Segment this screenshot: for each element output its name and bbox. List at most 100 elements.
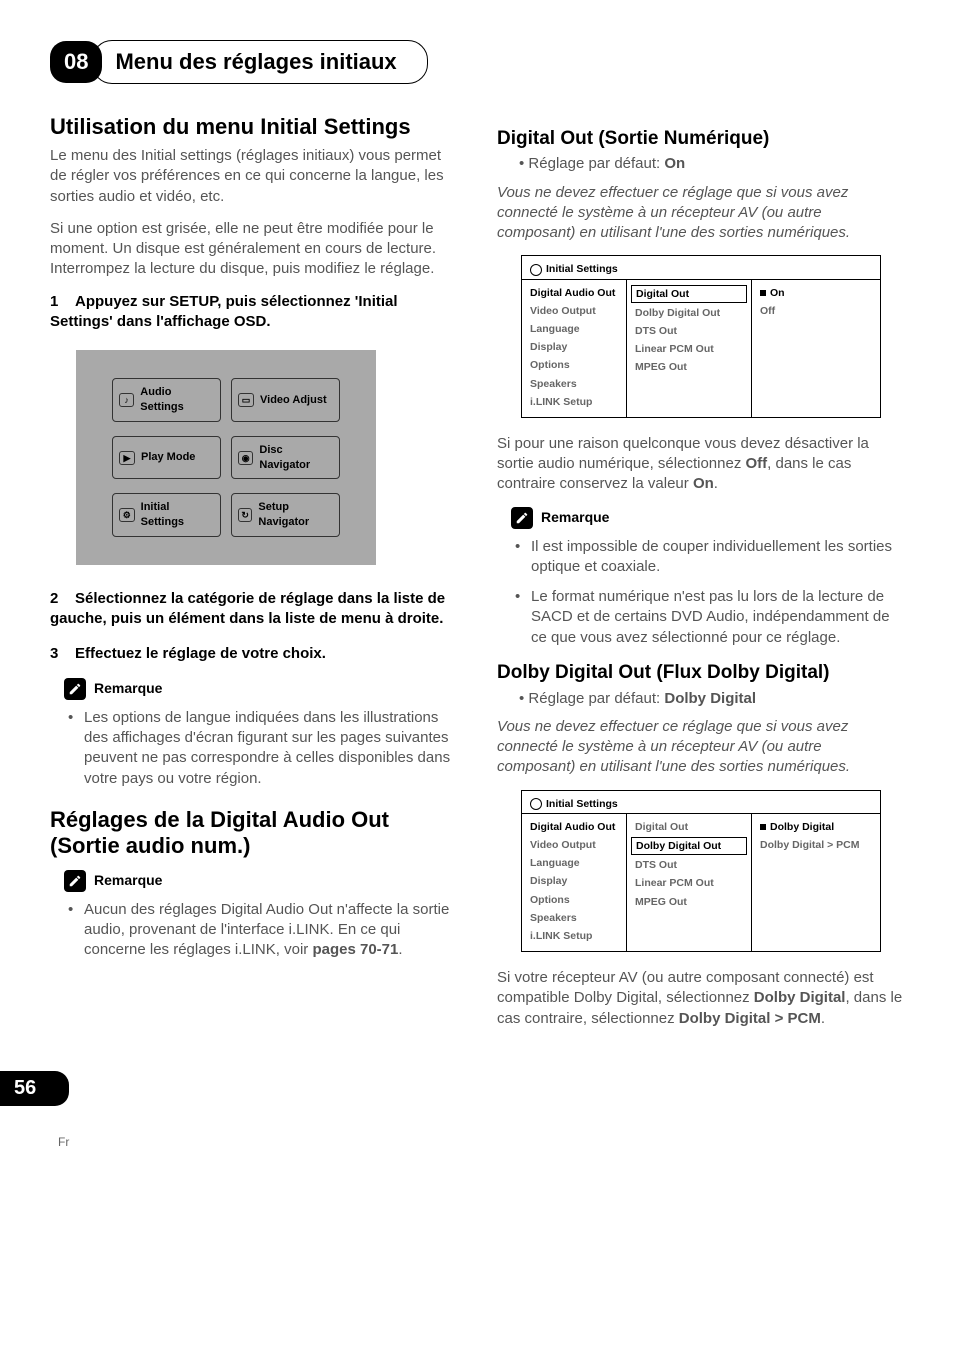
panel-left-col: Digital Audio OutVideo OutputLanguageDis… [522, 814, 627, 951]
panel-title: Initial Settings [522, 791, 880, 813]
default-setting-dolby: Réglage par défaut: Dolby Digital [519, 689, 904, 709]
step-2: 2 Sélectionnez la catégorie de réglage d… [50, 589, 457, 630]
selected-dot-icon [760, 290, 766, 296]
subsection-digital-out: Digital Out (Sortie Numérique) [497, 128, 904, 151]
default-label: Réglage par défaut: [528, 155, 664, 172]
osd-play-mode: ▶Play Mode [112, 436, 221, 480]
gear-icon [530, 798, 542, 810]
panel-mid-item: Linear PCM Out [627, 874, 751, 892]
panel-right-label: Dolby Digital > PCM [760, 838, 859, 852]
osd-label: Setup Navigator [258, 500, 333, 530]
osd-setup-navigator: ↻ Setup Navigator [231, 493, 340, 537]
gear-icon: ⚙ [119, 508, 135, 522]
right-column: Digital Out (Sortie Numérique) Réglage p… [497, 114, 904, 1041]
osd-label: Audio Settings [140, 385, 214, 415]
settings-panel-digital-out: Initial Settings Digital Audio OutVideo … [521, 255, 881, 417]
step-3: 3 Effectuez le réglage de votre choix. [50, 644, 457, 664]
panel-title: Initial Settings [522, 256, 880, 278]
default-label: Réglage par défaut: [528, 690, 664, 707]
panel-left-col: Digital Audio OutVideo OutputLanguageDis… [522, 280, 627, 417]
default-value: Dolby Digital [664, 690, 756, 707]
chapter-title: Menu des réglages initiaux [115, 49, 396, 74]
panel-left-item: Display [522, 338, 626, 356]
note-2-pages-ref: pages 70-71 [312, 941, 398, 958]
page-number-badge: 56 [0, 1071, 69, 1106]
panel-left-item: Language [522, 320, 626, 338]
panel-mid-item: DTS Out [627, 856, 751, 874]
section-heading-digital-audio-out: Réglages de la Digital Audio Out (Sortie… [50, 807, 457, 860]
osd-label: Video Adjust [260, 393, 327, 408]
note-2-list: Aucun des réglages Digital Audio Out n'a… [68, 900, 457, 961]
step-1-number: 1 [50, 293, 58, 310]
panel-title-text: Initial Settings [546, 797, 618, 811]
panel-right-col: Dolby Digital Dolby Digital > PCM [752, 814, 880, 951]
pencil-icon [64, 678, 86, 700]
panel-left-item: Video Output [522, 836, 626, 854]
video-icon: ▭ [238, 393, 254, 407]
step-3-text: Effectuez le réglage de votre choix. [75, 645, 326, 662]
gear-icon [530, 264, 542, 276]
panel-left-item: Speakers [522, 909, 626, 927]
text-segment: . [821, 1010, 825, 1027]
panel-mid-item: MPEG Out [627, 358, 751, 376]
play-icon: ▶ [119, 451, 135, 465]
panel-mid-item: Linear PCM Out [627, 340, 751, 358]
step-2-number: 2 [50, 590, 58, 607]
section-heading-initial-settings: Utilisation du menu Initial Settings [50, 114, 457, 140]
osd-audio-settings: ♪ Audio Settings [112, 378, 221, 422]
panel-mid-col: Digital OutDolby Digital OutDTS OutLinea… [627, 814, 752, 951]
panel-right-item: Dolby Digital > PCM [752, 836, 880, 854]
panel-mid-item: DTS Out [627, 322, 751, 340]
pencil-icon [511, 507, 533, 529]
note-label: Remarque [541, 508, 609, 527]
nav-icon: ↻ [238, 508, 252, 522]
panel-mid-item: Digital Out [627, 818, 751, 836]
osd-disc-navigator: ◉ Disc Navigator [231, 436, 340, 480]
disc-icon: ◉ [238, 451, 253, 465]
subsection-dolby-digital-out: Dolby Digital Out (Flux Dolby Digital) [497, 662, 904, 685]
panel-left-item: Video Output [522, 302, 626, 320]
panel-left-item: i.LINK Setup [522, 927, 626, 945]
language-code: Fr [58, 1134, 69, 1150]
note-a-bullet-1: Il est impossible de couper individuelle… [515, 537, 904, 578]
note-label: Remarque [94, 679, 162, 698]
step-2-text: Sélectionnez la catégorie de réglage dan… [50, 590, 445, 627]
dolby-digital-pcm-value: Dolby Digital > PCM [679, 1010, 821, 1027]
panel-left-item: Options [522, 356, 626, 374]
panel-left-item: Digital Audio Out [522, 284, 626, 302]
note-1-list: Les options de langue indiquées dans les… [68, 708, 457, 789]
paragraph-after-panel-b: Si votre récepteur AV (ou autre composan… [497, 968, 904, 1029]
panel-right-label: Dolby Digital [770, 820, 834, 834]
panel-left-item: Digital Audio Out [522, 818, 626, 836]
osd-menu-illustration: ♪ Audio Settings ▭ Video Adjust ▶Play Mode… [76, 350, 376, 565]
panel-left-item: Speakers [522, 375, 626, 393]
osd-label: Initial Settings [141, 500, 214, 530]
italic-note-a: Vous ne devez effectuer ce réglage que s… [497, 183, 904, 244]
dolby-digital-value: Dolby Digital [754, 989, 846, 1006]
panel-right-label: Off [760, 304, 775, 318]
note-label: Remarque [94, 871, 162, 890]
panel-right-item: Off [752, 302, 880, 320]
osd-label: Disc Navigator [259, 443, 333, 473]
panel-right-item: On [752, 284, 880, 302]
panel-left-item: i.LINK Setup [522, 393, 626, 411]
note-2-bullet: Aucun des réglages Digital Audio Out n'a… [68, 900, 457, 961]
panel-mid-item: Dolby Digital Out [627, 304, 751, 322]
panel-mid-item: Dolby Digital Out [631, 837, 747, 855]
chapter-number-badge: 08 [50, 41, 102, 83]
speaker-icon: ♪ [119, 393, 134, 407]
left-column: Utilisation du menu Initial Settings Le … [50, 114, 457, 1041]
panel-left-item: Options [522, 891, 626, 909]
intro-paragraph-1: Le menu des Initial settings (réglages i… [50, 146, 457, 207]
text-segment: . [714, 475, 718, 492]
panel-mid-col: Digital OutDolby Digital OutDTS OutLinea… [627, 280, 752, 417]
on-value: On [693, 475, 714, 492]
page-header: 08 Menu des réglages initiaux [50, 40, 904, 84]
intro-paragraph-2: Si une option est grisée, elle ne peut ê… [50, 219, 457, 280]
osd-initial-settings: ⚙ Initial Settings [112, 493, 221, 537]
panel-title-text: Initial Settings [546, 262, 618, 276]
settings-panel-dolby-digital: Initial Settings Digital Audio OutVideo … [521, 790, 881, 952]
selected-dot-icon [760, 824, 766, 830]
note-header-a: Remarque [511, 507, 904, 529]
panel-left-item: Language [522, 854, 626, 872]
